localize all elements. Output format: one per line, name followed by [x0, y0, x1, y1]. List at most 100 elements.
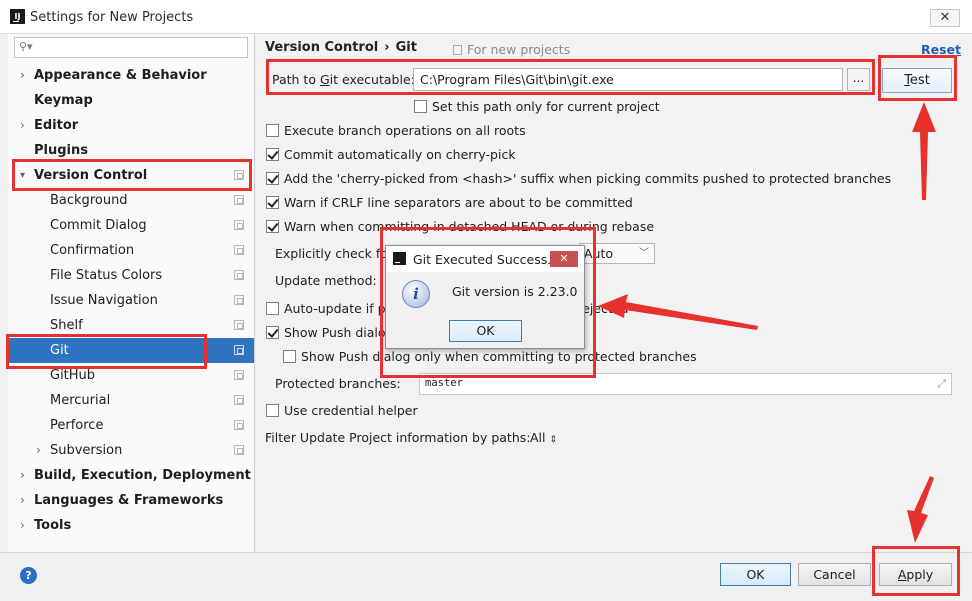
sidebar-item-label: Editor: [34, 118, 79, 133]
sidebar-item-background[interactable]: Background: [8, 188, 254, 213]
checkbox-label: Add the 'cherry-picked from <hash>' suff…: [284, 171, 892, 186]
sidebar-item-mercurial[interactable]: Mercurial: [8, 388, 254, 413]
checkbox-box[interactable]: [266, 172, 279, 185]
expand-icon[interactable]: ⤢: [937, 377, 946, 391]
incoming-commits-select[interactable]: Auto ﹀: [579, 243, 655, 264]
breadcrumb-item-git: Git: [395, 40, 417, 55]
sidebar-item-plugins[interactable]: Plugins: [8, 138, 254, 163]
git-path-label: Path to Git executable:: [272, 72, 415, 87]
sidebar-item-label: File Status Colors: [50, 268, 163, 283]
checkbox-box[interactable]: [266, 196, 279, 209]
sidebar-item-github[interactable]: GitHub: [8, 363, 254, 388]
sidebar-item-keymap[interactable]: Keymap: [8, 88, 254, 113]
cancel-button[interactable]: Cancel: [798, 563, 871, 586]
intellij-app-icon: IJ: [10, 9, 25, 24]
sidebar-item-label: Mercurial: [50, 393, 111, 408]
checkbox-box[interactable]: [266, 124, 279, 137]
sidebar-item-git[interactable]: Git: [8, 338, 254, 363]
help-icon[interactable]: ?: [20, 567, 37, 584]
sidebar-item-confirmation[interactable]: Confirmation: [8, 238, 254, 263]
warn-detached-head-checkbox[interactable]: Warn when committing in detached HEAD or…: [266, 218, 654, 236]
browse-button[interactable]: ...: [847, 68, 870, 91]
checkbox-label: Show Push dialog only when committing to…: [301, 349, 697, 364]
close-window-button[interactable]: ✕: [930, 9, 960, 27]
reset-link[interactable]: Reset: [921, 42, 961, 57]
checkbox-box[interactable]: [266, 220, 279, 233]
sidebar-item-file-status-colors[interactable]: File Status Colors: [8, 263, 254, 288]
sidebar-item-label: Git: [50, 343, 69, 358]
git-executable-path-input[interactable]: C:\Program Files\Git\bin\git.exe: [413, 68, 843, 91]
checkbox-label: Use credential helper: [284, 403, 418, 418]
checkbox-label: Commit automatically on cherry-pick: [284, 147, 516, 162]
checkbox-label: Set this path only for current project: [432, 99, 660, 114]
project-scope-icon: [234, 220, 244, 230]
git-settings-panel: Version Control › Git For new projects Res…: [256, 34, 972, 552]
project-scope-icon: [453, 45, 462, 55]
sidebar-item-label: Perforce: [50, 418, 104, 433]
chevron-right-icon: ›: [20, 518, 25, 532]
cherry-picked-suffix-checkbox[interactable]: Add the 'cherry-picked from <hash>' suff…: [266, 170, 891, 188]
checkbox-label: Warn if CRLF line separators are about t…: [284, 195, 633, 210]
warn-crlf-checkbox[interactable]: Warn if CRLF line separators are about t…: [266, 194, 633, 212]
settings-search-input[interactable]: ⚲▾: [14, 37, 248, 58]
project-scope-icon: [234, 420, 244, 430]
sidebar-item-tools[interactable]: › Tools: [8, 513, 254, 538]
window-title: Settings for New Projects: [30, 10, 194, 25]
commit-on-cherry-pick-checkbox[interactable]: Commit automatically on cherry-pick: [266, 146, 516, 164]
credential-helper-checkbox[interactable]: Use credential helper: [266, 402, 418, 420]
dialog-message: Git version is 2.23.0: [452, 284, 578, 299]
project-scope-icon: [234, 245, 244, 255]
checkbox-label: Warn when committing in detached HEAD or…: [284, 219, 655, 234]
chevron-down-icon: ﹀: [639, 248, 649, 259]
filter-update-select[interactable]: All ⇕: [530, 429, 557, 447]
checkbox-box[interactable]: [283, 350, 296, 363]
sidebar-item-label: Version Control: [34, 168, 148, 183]
checkbox-box[interactable]: [266, 302, 279, 315]
breadcrumb: Version Control › Git: [265, 40, 417, 55]
sidebar-item-appearance-behavior[interactable]: › Appearance & Behavior: [8, 63, 254, 88]
sidebar-item-issue-navigation[interactable]: Issue Navigation: [8, 288, 254, 313]
sidebar-item-shelf[interactable]: Shelf: [8, 313, 254, 338]
sidebar-item-perforce[interactable]: Perforce: [8, 413, 254, 438]
dialog-footer: ? OK Cancel Apply: [0, 552, 972, 601]
sidebar-item-commit-dialog[interactable]: Commit Dialog: [8, 213, 254, 238]
project-scope-icon: [234, 395, 244, 405]
apply-button[interactable]: Apply: [879, 563, 952, 586]
sidebar-item-label: Plugins: [34, 143, 88, 158]
sidebar-item-subversion[interactable]: › Subversion: [8, 438, 254, 463]
dialog-close-button[interactable]: ✕: [550, 251, 578, 267]
sidebar-item-label: Build, Execution, Deployment: [34, 468, 251, 483]
test-button[interactable]: Test: [882, 68, 952, 93]
checkbox-box[interactable]: [266, 326, 279, 339]
sidebar-item-editor[interactable]: › Editor: [8, 113, 254, 138]
git-path-label-mnemonic: G: [319, 72, 330, 87]
project-scope-icon: [234, 370, 244, 380]
project-scope-icon: [234, 270, 244, 280]
sidebar-item-label: Confirmation: [50, 243, 135, 258]
chevron-right-icon: ›: [20, 118, 25, 132]
project-scope-icon: [234, 345, 244, 355]
show-push-protected-checkbox[interactable]: Show Push dialog only when committing to…: [283, 348, 697, 366]
protected-branches-input[interactable]: master ⤢: [419, 373, 952, 395]
filter-update-label: Filter Update Project information by pat…: [265, 430, 531, 445]
ok-button[interactable]: OK: [720, 563, 791, 586]
sidebar-item-label: GitHub: [50, 368, 96, 383]
select-value: Auto: [584, 246, 614, 261]
protected-branches-value: master: [425, 377, 463, 389]
sidebar-item-label: Languages & Frameworks: [34, 493, 224, 508]
project-scope-icon: [234, 170, 244, 180]
chevron-right-icon: ›: [20, 493, 25, 507]
dialog-ok-button[interactable]: OK: [449, 320, 522, 342]
sidebar-item-version-control[interactable]: ▾ Version Control: [8, 163, 254, 188]
dialog-title: Git Executed Success...: [413, 252, 560, 267]
project-scope-icon: [234, 295, 244, 305]
scope-note-text: For new projects: [467, 42, 571, 57]
current-project-only-checkbox[interactable]: Set this path only for current project: [414, 98, 660, 116]
sidebar-item-languages-frameworks[interactable]: › Languages & Frameworks: [8, 488, 254, 513]
sidebar-item-build-execution-deployment[interactable]: › Build, Execution, Deployment: [8, 463, 254, 488]
checkbox-box[interactable]: [266, 404, 279, 417]
checkbox-box[interactable]: [414, 100, 427, 113]
branch-ops-all-roots-checkbox[interactable]: Execute branch operations on all roots: [266, 122, 526, 140]
git-path-label-pre: Path to: [272, 72, 320, 87]
checkbox-box[interactable]: [266, 148, 279, 161]
